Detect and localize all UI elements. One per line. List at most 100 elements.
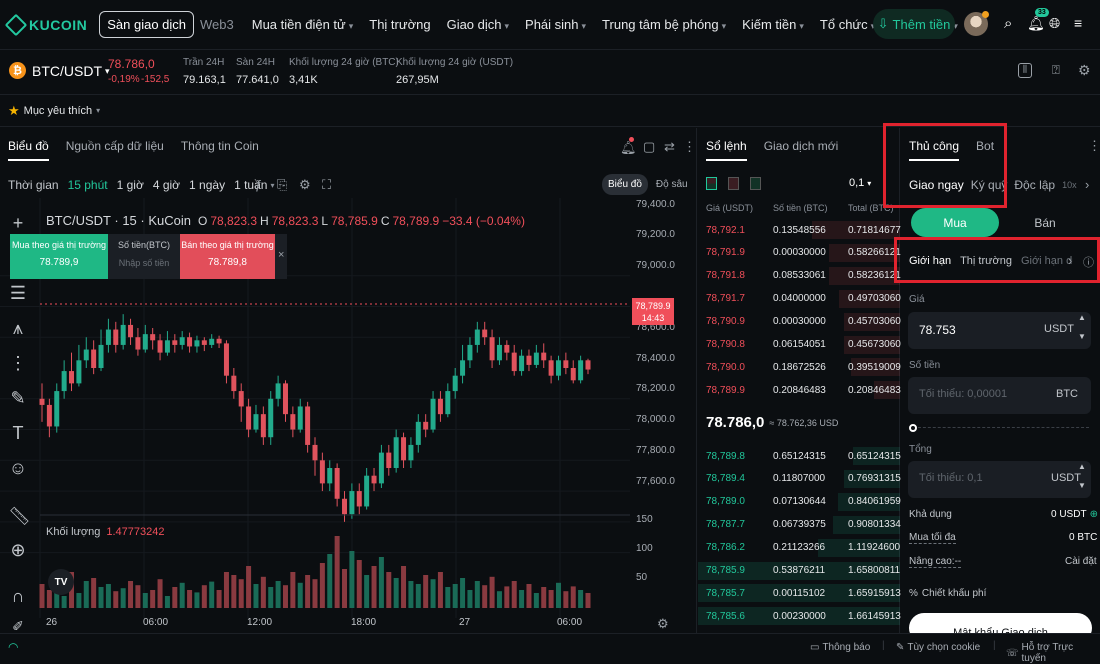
cookie-settings-link[interactable]: ✎ Tùy chọn cookie	[896, 642, 980, 653]
order-book-row[interactable]: 78,791.8 0.08533061 0.58236121	[698, 265, 901, 287]
nav-item[interactable]: Kiếm tiền ▾	[742, 17, 804, 32]
tab-order-book[interactable]: Sổ lệnh	[706, 139, 747, 161]
tab-limit[interactable]: Giới hạn	[909, 255, 951, 267]
bell-icon[interactable]: 🔔︎	[1027, 15, 1045, 32]
chart-settings-icon[interactable]: ⚙	[657, 616, 669, 632]
tab-data-feed[interactable]: Nguồn cấp dữ liệu	[66, 139, 164, 161]
more-vertical-icon[interactable]: ⋮	[683, 139, 696, 155]
pattern-icon[interactable]: ⩚	[8, 318, 28, 339]
ruler-icon[interactable]: 📏︎	[8, 506, 31, 527]
favorites-bar[interactable]: ★ Mục yêu thích ▾	[0, 95, 1100, 127]
chart-style-icon[interactable]: ⎘	[277, 177, 287, 193]
chevron-right-icon[interactable]: ›	[1085, 177, 1089, 192]
increment-icon[interactable]: ▲	[1078, 462, 1086, 471]
fee-discount[interactable]: % Chiết khấu phí	[909, 588, 986, 599]
indicator-icon[interactable]: ƒ	[255, 177, 262, 192]
decrement-icon[interactable]: ▼	[1078, 481, 1086, 490]
magnet-icon[interactable]: ∩	[8, 586, 28, 607]
book-asks-icon[interactable]	[728, 177, 739, 190]
tab-recent-trades[interactable]: Giao dịch mới	[764, 139, 839, 161]
view-chart-button[interactable]: Biểu đồ	[602, 174, 648, 195]
fullscreen-icon[interactable]: ⛶	[322, 177, 331, 193]
order-book-row[interactable]: 78,790.9 0.00030000 0.45703060	[698, 311, 901, 333]
price-input[interactable]: 78.753 USDT ▲ ▼	[908, 312, 1091, 349]
pair-selector[interactable]: BTC/USDT ▾	[32, 63, 110, 79]
order-book-row[interactable]: 78,790.0 0.18672526 0.39519009	[698, 356, 901, 378]
quick-amount-input[interactable]: Số tiền(BTC) Nhập số tiền	[108, 234, 180, 279]
menu-icon[interactable]: ≡	[1074, 15, 1082, 31]
tab-isolated[interactable]: Độc lập	[1014, 178, 1055, 192]
buy-tab[interactable]: Mua	[911, 208, 999, 237]
sell-tab[interactable]: Bán	[999, 208, 1091, 237]
nav-item[interactable]: Tổ chức▾	[820, 17, 875, 32]
quick-buy-button[interactable]: Mua theo giá thị trường 78.789,9	[10, 234, 108, 279]
support-link[interactable]: ☏ Hỗ trợ Trực tuyến	[1006, 642, 1100, 664]
alert-icon[interactable]: 🔔︎	[620, 140, 637, 156]
crosshair-icon[interactable]: +	[8, 213, 28, 234]
book-bids-icon[interactable]	[750, 177, 761, 190]
precision-select[interactable]: 0,1 ▾	[849, 177, 871, 189]
add-funds-icon[interactable]: ⊕	[1090, 509, 1098, 520]
nav-item[interactable]: Thị trường	[369, 17, 430, 32]
search-icon[interactable]: ⌕	[1004, 15, 1012, 32]
order-book-row[interactable]: 78,785.7 0.00115102 1.65915913	[698, 582, 901, 604]
order-book-row[interactable]: 78,791.7 0.04000000 0.49703060	[698, 288, 901, 310]
tab-exchange[interactable]: Sàn giao dịch	[99, 11, 195, 38]
swap-icon[interactable]: ⇄	[664, 139, 675, 155]
text-icon[interactable]: T	[8, 423, 28, 444]
nav-item[interactable]: Giao dịch ▾	[447, 17, 509, 32]
settings-link[interactable]: Cài đặt	[1065, 556, 1097, 567]
timeframe-option[interactable]: 1 tuần	[234, 178, 267, 192]
tab-margin[interactable]: Ký quỹ	[971, 178, 1008, 192]
order-book-row[interactable]: 78,785.6 0.00230000 1.66145913	[698, 605, 901, 627]
tab-manual[interactable]: Thủ công	[909, 139, 960, 161]
layout-icon[interactable]: ⫼	[1018, 63, 1032, 78]
amount-input[interactable]: Tối thiểu: 0,00001 BTC	[908, 377, 1091, 414]
increment-icon[interactable]: ▲	[1078, 313, 1086, 322]
brush-icon[interactable]: ✎	[8, 388, 28, 409]
globe-icon[interactable]: 🌐︎	[1049, 15, 1060, 32]
amount-slider[interactable]	[909, 424, 1091, 432]
order-book-row[interactable]: 78,789.0 0.07130644 0.84061959	[698, 491, 901, 513]
view-depth-button[interactable]: Độ sâu	[650, 174, 694, 195]
window-icon[interactable]: ▢	[643, 139, 655, 155]
fib-icon[interactable]: ☰	[8, 283, 28, 304]
notifications-link[interactable]: ▭ Thông báo	[810, 642, 870, 653]
tab-web3[interactable]: Web3	[200, 17, 234, 32]
settings-icon[interactable]: ⚙	[1078, 62, 1091, 79]
deposit-button[interactable]: ⇩ Thêm tiền	[873, 9, 955, 39]
more-vertical-icon[interactable]: ⋮	[1088, 138, 1100, 154]
order-book-row[interactable]: 78,790.8 0.06154051 0.45673060	[698, 334, 901, 356]
timeframe-option[interactable]: 1 ngày	[189, 178, 225, 192]
book-both-icon[interactable]	[706, 177, 717, 190]
order-book-row[interactable]: 78,791.9 0.00030000 0.58266121	[698, 242, 901, 264]
order-book-row[interactable]: 78,786.2 0.21123266 1.11924600	[698, 537, 900, 559]
close-icon[interactable]: ×	[275, 234, 287, 279]
order-book-row[interactable]: 78,787.7 0.06739375 0.90801334	[698, 514, 901, 536]
tab-coin-info[interactable]: Thông tin Coin	[181, 139, 259, 161]
timeframe-option[interactable]: 15 phút	[68, 178, 108, 192]
kucoin-logo[interactable]: KUCOIN	[4, 13, 87, 36]
tab-stop-limit[interactable]: Giới hạn dừng	[1021, 255, 1073, 267]
help-icon[interactable]: ⓘ	[1083, 254, 1094, 270]
total-input[interactable]: Tối thiểu: 0,1 USDT ▲ ▼	[908, 461, 1091, 498]
order-book-row[interactable]: 78,785.9 0.53876211 1.65800811	[698, 560, 900, 582]
tradingview-logo[interactable]: TV	[48, 569, 74, 595]
forecast-icon[interactable]: ⋮	[8, 353, 28, 374]
timeframe-option[interactable]: 1 giờ	[117, 178, 144, 192]
nav-item[interactable]: Trung tâm bệ phóng ▾	[602, 17, 726, 32]
tab-chart[interactable]: Biểu đồ	[8, 139, 49, 161]
nav-item[interactable]: Phái sinh ▾	[525, 17, 586, 32]
zoom-in-icon[interactable]: ⊕	[8, 540, 28, 561]
chevron-right-icon[interactable]: ›	[1068, 253, 1072, 268]
emoji-icon[interactable]: ☺	[8, 458, 28, 479]
tab-bot[interactable]: Bot	[976, 139, 994, 161]
order-book-row[interactable]: 78,789.4 0.11807000 0.76931315	[698, 468, 901, 490]
nav-item[interactable]: Mua tiền điện tử ▾	[252, 17, 354, 32]
tab-spot[interactable]: Giao ngay	[909, 178, 964, 192]
settings-icon[interactable]: ⚙	[299, 177, 311, 193]
timeframe-option[interactable]: 4 giờ	[153, 178, 180, 192]
order-book-row[interactable]: 78,789.9 0.20846483 0.20846483	[698, 379, 901, 401]
help-doc-icon[interactable]: ⍰	[1052, 62, 1060, 78]
decrement-icon[interactable]: ▼	[1078, 332, 1086, 341]
